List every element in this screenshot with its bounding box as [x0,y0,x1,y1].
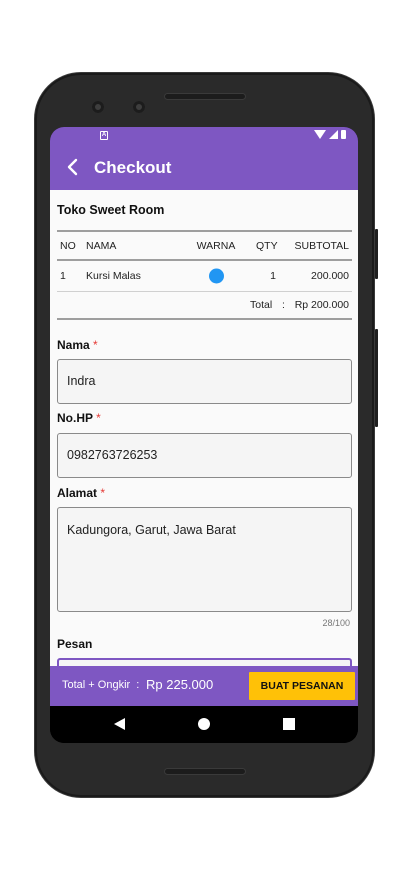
checkout-bottom-bar: Total + Ongkir : Rp 225.000 BUAT PESANAN [50,666,358,706]
alamat-field[interactable]: Kadungora, Garut, Jawa Barat [57,507,352,612]
earpiece-speaker [165,94,245,99]
row-qty: 1 [270,270,276,282]
pesan-field[interactable] [57,658,352,666]
volume-button [375,329,378,427]
header-nama: NAMA [86,239,117,252]
pesan-label: Pesan [57,637,93,651]
header-subtotal: SUBTOTAL [294,239,349,252]
total-ongkir-value: Rp 225.000 [146,677,214,692]
nav-back-icon[interactable] [114,718,125,730]
row-subtotal: 200.000 [311,270,349,282]
notification-icon: A [100,131,108,140]
row-nama: Kursi Malas [86,270,141,282]
front-camera-icon [92,101,104,113]
required-mark: * [100,486,106,500]
order-table: NO NAMA WARNA QTY SUBTOTAL 1 Kursi Malas… [57,230,352,320]
nama-label: Nama * [57,338,98,352]
battery-icon [341,130,346,139]
nama-field[interactable]: Indra [57,359,352,404]
wifi-icon [314,130,326,139]
hp-label: No.HP * [57,411,101,425]
system-nav-bar [50,706,358,743]
required-mark: * [96,411,101,425]
sensor-icon [133,101,145,113]
signal-icon [329,130,338,139]
header-no: NO [60,239,76,252]
table-row: 1 Kursi Malas 1 200.000 [57,261,352,291]
store-name: Toko Sweet Room [57,203,165,217]
app-bar: Checkout [50,145,358,190]
total-label: Total [250,299,273,311]
buat-pesanan-button[interactable]: BUAT PESANAN [249,672,355,700]
required-mark: * [93,338,98,352]
checkout-content[interactable]: Toko Sweet Room NO NAMA WARNA QTY SUBTOT… [50,190,358,666]
table-header: NO NAMA WARNA QTY SUBTOTAL [57,232,352,259]
hp-field[interactable]: 0982763726253 [57,433,352,478]
total-ongkir-label: Total + Ongkir : [62,679,140,691]
alamat-char-counter: 28/100 [322,618,350,628]
screen: A Checkout Toko Sweet Room NO NAMA WARNA… [50,127,358,743]
bottom-speaker [165,769,245,774]
row-no: 1 [60,270,66,282]
nav-recents-icon[interactable] [283,718,295,730]
header-warna: WARNA [196,239,236,252]
arrow-left-icon[interactable] [64,158,82,176]
header-qty: QTY [256,239,278,252]
table-total-row: Total : Rp 200.000 [57,292,352,318]
power-button [375,229,378,279]
color-swatch [208,268,224,284]
page-title: Checkout [94,158,172,177]
total-separator: : [282,299,285,311]
status-bar: A [50,127,358,145]
total-value: Rp 200.000 [294,299,349,311]
alamat-label: Alamat * [57,486,106,500]
nav-home-icon[interactable] [198,718,210,730]
